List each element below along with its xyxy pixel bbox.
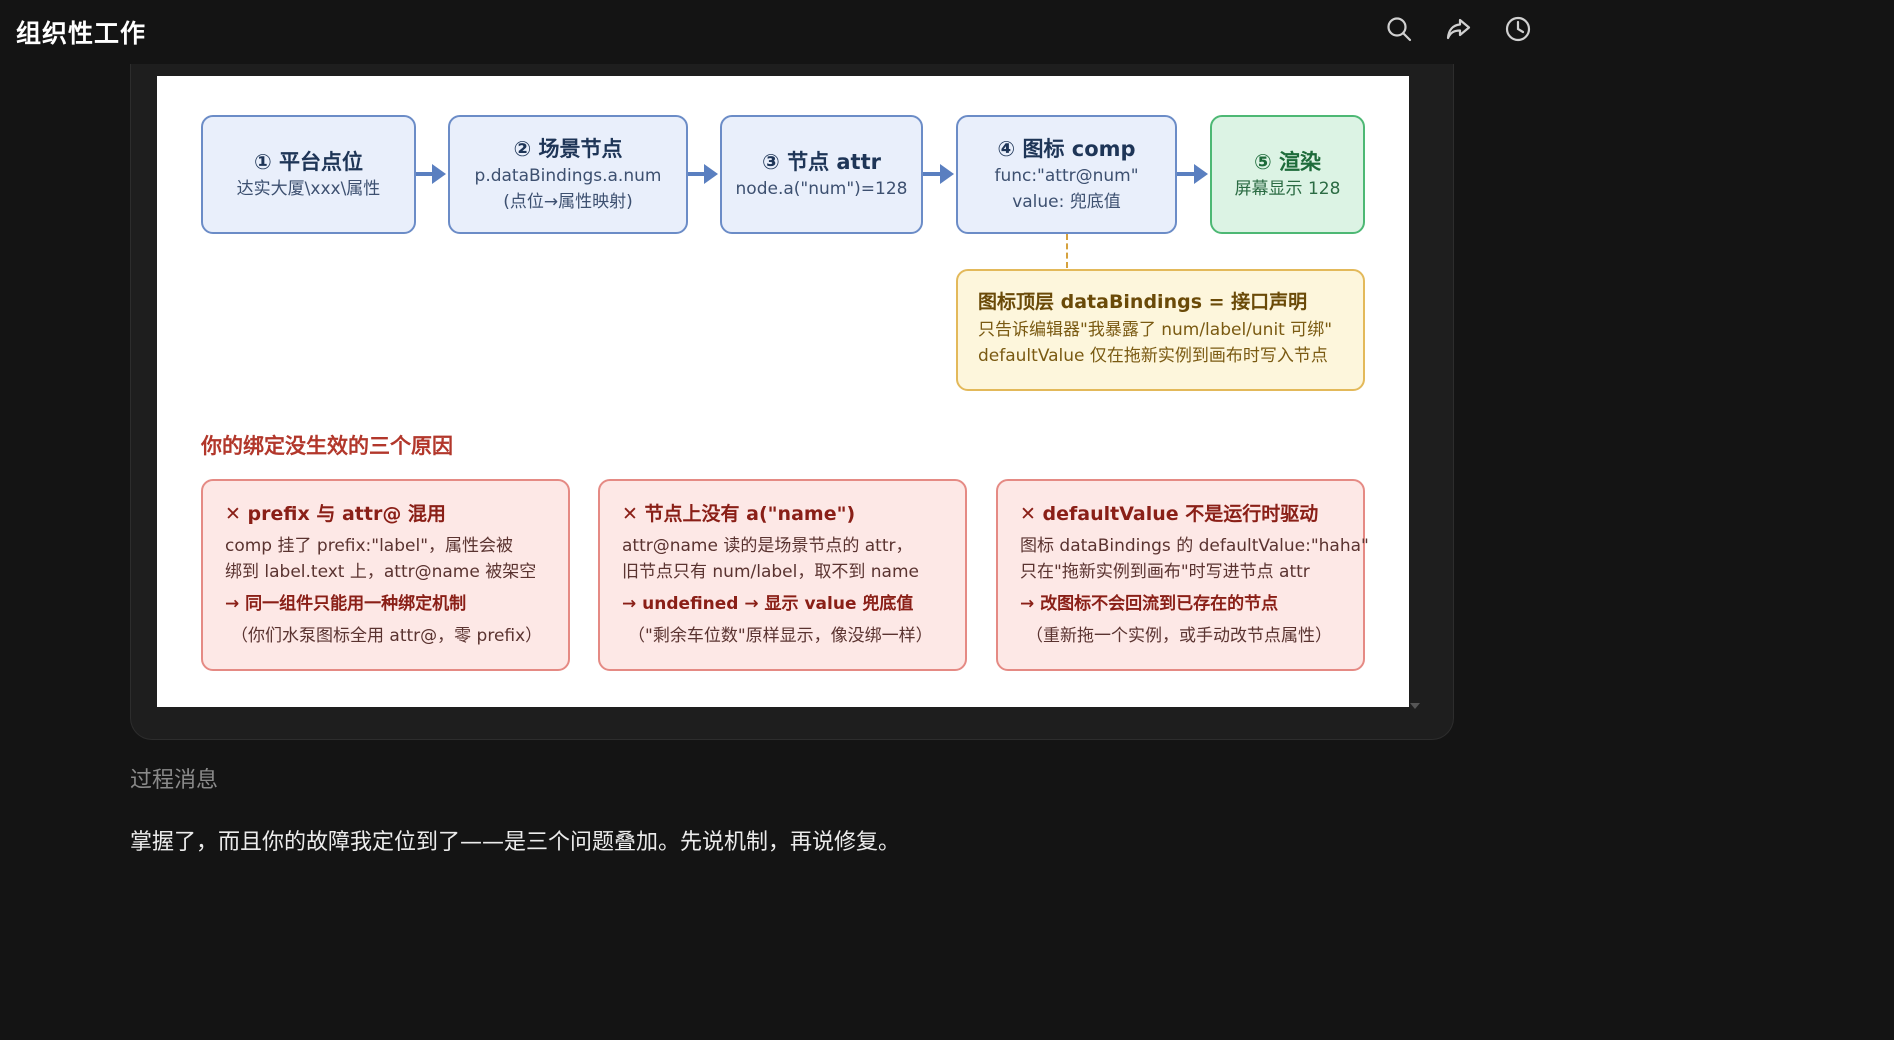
search-icon[interactable] <box>1384 14 1414 44</box>
reason-card-missing-attr: ✕ 节点上没有 a("name") attr@name 读的是场景节点的 att… <box>598 479 967 671</box>
reason-card-default-value: ✕ defaultValue 不是运行时驱动 图标 dataBindings 的… <box>996 479 1369 671</box>
flow-step-platform-point: ① 平台点位 达实大厦\xxx\属性 <box>201 115 416 234</box>
reason-note: （重新拖一个实例，或手动改节点属性） <box>1026 626 1332 646</box>
reason-text: 旧节点只有 num/label，取不到 name <box>622 562 919 582</box>
flow-step-detail: (点位→属性映射) <box>503 191 633 212</box>
reason-text: 绑到 label.text 上，attr@name 被架空 <box>225 562 537 582</box>
reason-text: comp 挂了 prefix:"label"，属性会被 <box>225 536 514 556</box>
flow-arrow <box>1177 164 1208 184</box>
flow-step-detail: value: 兜底值 <box>1012 191 1121 212</box>
flow-step-title: ③ 节点 attr <box>761 149 881 174</box>
flow-arrow <box>416 164 446 184</box>
assistant-message: 掌握了，而且你的故障我定位到了——是三个问题叠加。先说机制，再说修复。 <box>130 830 901 855</box>
reason-text: attr@name 读的是场景节点的 attr， <box>622 536 913 556</box>
scroll-down-icon[interactable] <box>1410 703 1420 709</box>
panel-icon[interactable] <box>1558 14 1568 44</box>
reason-text: 只在"拖新实例到画布"时写进节点 attr <box>1020 562 1310 582</box>
flow-arrow <box>923 164 954 184</box>
note-line: 只告诉编辑器"我暴露了 num/label/unit 可绑" <box>978 320 1333 340</box>
flow-step-detail: 达实大厦\xxx\属性 <box>236 178 381 199</box>
app-title: 组织性工作 <box>16 19 147 48</box>
process-messages-toggle[interactable]: 过程消息 <box>130 762 218 794</box>
flow-step-detail: node.a("num")=128 <box>735 178 908 199</box>
interface-declaration-note: 图标顶层 dataBindings = 接口声明 只告诉编辑器"我暴露了 num… <box>956 269 1365 391</box>
reason-conclusion: → 同一组件只能用一种绑定机制 <box>225 594 467 614</box>
flow-step-node-attr: ③ 节点 attr node.a("num")=128 <box>720 115 923 234</box>
reason-text: 图标 dataBindings 的 defaultValue:"haha" <box>1020 536 1369 556</box>
share-icon[interactable] <box>1443 14 1473 44</box>
flow-step-render: ⑤ 渲染 屏幕显示 128 <box>1210 115 1365 234</box>
reason-title: ✕ prefix 与 attr@ 混用 <box>225 503 446 525</box>
flow-step-detail: func:"attr@num" <box>994 165 1139 186</box>
flow-step-title: ② 场景节点 <box>513 136 623 161</box>
reason-conclusion: → 改图标不会回流到已存在的节点 <box>1020 594 1279 614</box>
flow-arrow <box>688 164 718 184</box>
reason-note: （你们水泵图标全用 attr@，零 prefix） <box>231 626 543 646</box>
reason-title: ✕ defaultValue 不是运行时驱动 <box>1020 503 1319 525</box>
flow-step-scene-node: ② 场景节点 p.dataBindings.a.num (点位→属性映射) <box>448 115 688 234</box>
history-icon[interactable] <box>1503 14 1533 44</box>
reason-note: （"剩余车位数"原样显示，像没绑一样） <box>628 626 933 646</box>
flow-step-detail: p.dataBindings.a.num <box>474 165 662 186</box>
flow-step-title: ④ 图标 comp <box>997 136 1136 161</box>
flow-step-title: ⑤ 渲染 <box>1253 149 1322 174</box>
note-line: defaultValue 仅在拖新实例到画布时写入节点 <box>978 346 1328 366</box>
top-bar: 组织性工作 <box>0 0 1568 64</box>
note-connector <box>1066 234 1068 268</box>
reason-conclusion: → undefined → 显示 value 兜底值 <box>622 594 914 614</box>
reason-title: ✕ 节点上没有 a("name") <box>622 503 856 525</box>
flow-step-detail: 屏幕显示 128 <box>1234 178 1341 199</box>
reason-card-prefix-mix: ✕ prefix 与 attr@ 混用 comp 挂了 prefix:"labe… <box>201 479 570 671</box>
reasons-heading: 你的绑定没生效的三个原因 <box>201 434 453 458</box>
flow-step-title: ① 平台点位 <box>253 149 364 174</box>
note-title: 图标顶层 dataBindings = 接口声明 <box>978 291 1308 313</box>
flow-step-icon-comp: ④ 图标 comp func:"attr@num" value: 兜底值 <box>956 115 1177 234</box>
